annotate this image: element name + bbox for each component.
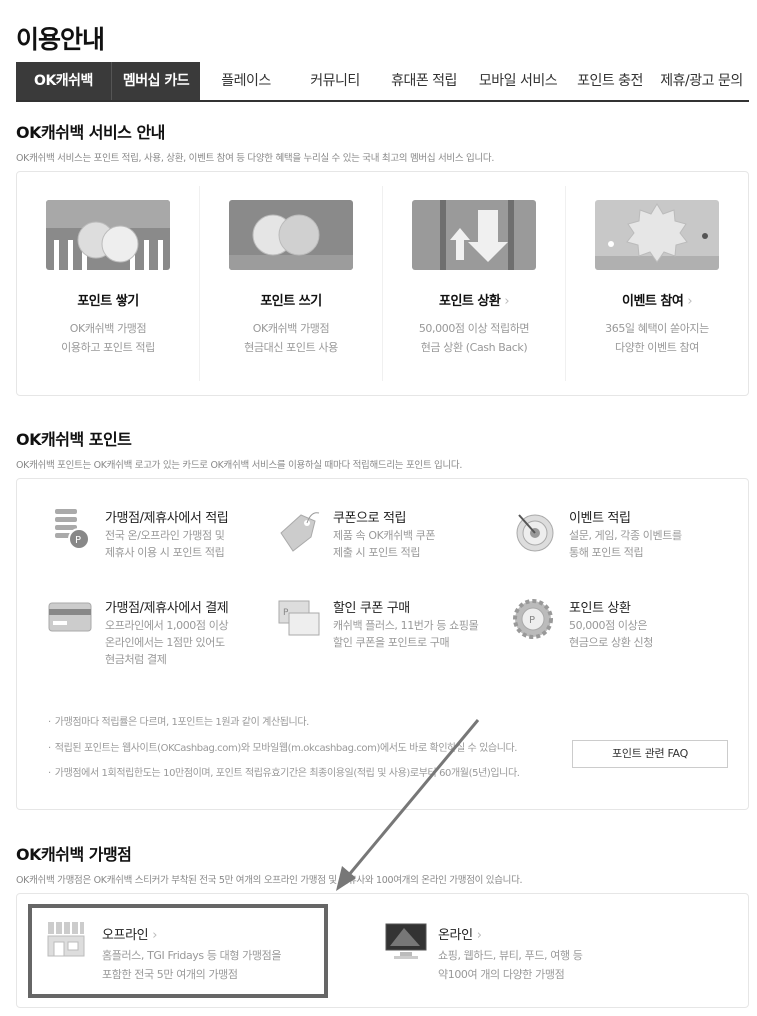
service-section-desc: OK캐쉬백 서비스는 포인트 적립, 사용, 상환, 이벤트 참여 등 다양한 … xyxy=(16,153,495,164)
point-item-earn-store: P 가맹점/제휴사에서 적립 전국 온/오프라인 가맹점 및 제휴사 이용 시 … xyxy=(47,507,267,577)
point-item-line3: 현금처럼 결제 xyxy=(105,653,167,666)
coins-stack-icon xyxy=(46,200,170,270)
coin-stack-icon: P xyxy=(47,507,93,553)
point-gear-icon: P xyxy=(511,597,557,643)
point-item-line2: 제출 시 포인트 적립 xyxy=(333,546,421,559)
service-card-line2: 다양한 이벤트 참여 xyxy=(615,341,699,354)
exchange-arrows-icon xyxy=(412,200,536,270)
credit-card-icon xyxy=(47,597,93,643)
stores-section-desc: OK캐쉬백 가맹점은 OK캐쉬백 스티커가 부착된 전국 5만 여개의 오프라인… xyxy=(16,875,523,886)
point-item-title: 가맹점/제휴사에서 적립 xyxy=(105,511,229,526)
point-item-line1: 전국 온/오프라인 가맹점 및 xyxy=(105,529,225,542)
monitor-icon xyxy=(384,922,428,966)
chevron-right-icon: › xyxy=(687,294,693,309)
discount-coupon-icon: P xyxy=(275,597,321,643)
service-card-line2: 현금대신 포인트 사용 xyxy=(244,341,338,354)
point-item-title: 이벤트 적립 xyxy=(569,511,631,526)
coupon-tag-icon xyxy=(275,507,321,553)
tab-place[interactable]: 플레이스 xyxy=(200,62,292,100)
chevron-right-icon: › xyxy=(476,928,482,943)
point-item-title: 가맹점/제휴사에서 결제 xyxy=(105,601,229,616)
service-card-line1: OK캐쉬백 가맹점 xyxy=(69,322,147,335)
point-item-pay-store: 가맹점/제휴사에서 결제 오프라인에서 1,000점 이상 온라인에서는 1점만… xyxy=(47,597,267,667)
target-icon xyxy=(511,507,557,553)
point-item-line2: 통해 포인트 적립 xyxy=(569,546,644,559)
tab-partnership[interactable]: 제휴/광고 문의 xyxy=(654,62,749,100)
points-faq-button[interactable]: 포인트 관련 FAQ xyxy=(572,740,728,768)
tab-community[interactable]: 커뮤니티 xyxy=(292,62,378,100)
service-card-box: 포인트 쌓기 OK캐쉬백 가맹점 이용하고 포인트 적립 포인트 쓰기 OK캐쉬… xyxy=(16,171,749,396)
tab-point-charge[interactable]: 포인트 충전 xyxy=(566,62,654,100)
points-note: 적립된 포인트는 웹사이트(OKCashbag.com)와 모바일웹(m.okc… xyxy=(48,739,518,754)
svg-text:P: P xyxy=(529,615,535,626)
svg-text:P: P xyxy=(75,535,81,546)
points-section-title: OK캐쉬백 포인트 xyxy=(16,430,132,449)
point-item-line1: 오프라인에서 1,000점 이상 xyxy=(105,619,229,632)
service-card-use[interactable]: 포인트 쓰기 OK캐쉬백 가맹점 현금대신 포인트 사용 xyxy=(200,186,383,381)
points-section-desc: OK캐쉬백 포인트는 OK캐쉬백 로고가 있는 카드로 OK캐쉬백 서비스를 이… xyxy=(16,460,463,471)
service-card-line2: 이용하고 포인트 적립 xyxy=(61,341,155,354)
points-note: 가맹점에서 1회적립한도는 10만점이며, 포인트 적립유효기간은 최종이용일(… xyxy=(48,764,520,779)
point-item-coupon-earn: 쿠폰으로 적립 제품 속 OK캐쉬백 쿠폰 제출 시 포인트 적립 xyxy=(275,507,495,577)
service-card-event[interactable]: 이벤트 참여 › 365일 혜택이 쏟아지는 다양한 이벤트 참여 xyxy=(566,186,748,381)
event-badge-icon xyxy=(595,200,719,270)
service-card-line1: 50,000점 이상 적립하면 xyxy=(418,322,530,335)
store-online-line2: 약100여 개의 다양한 가맹점 xyxy=(438,968,565,981)
service-card-title: 포인트 쌓기 xyxy=(77,294,139,309)
page-title: 이용안내 xyxy=(16,25,105,54)
service-card-line1: 365일 혜택이 쏟아지는 xyxy=(605,322,709,335)
point-item-line1: 설문, 게임, 각종 이벤트를 xyxy=(569,529,682,542)
store-online-line1: 쇼핑, 웹하드, 뷰티, 푸드, 여행 등 xyxy=(438,949,583,962)
point-item-coupon-buy: P 할인 쿠폰 구매 캐쉬백 플러스, 11번가 등 쇼핑몰 할인 쿠폰을 포인… xyxy=(275,597,495,667)
point-item-title: 할인 쿠폰 구매 xyxy=(333,601,410,616)
tab-okcashbag[interactable]: OK캐쉬백 xyxy=(16,62,111,100)
stores-section-title: OK캐쉬백 가맹점 xyxy=(16,845,132,864)
point-item-line2: 할인 쿠폰을 포인트로 구매 xyxy=(333,636,450,649)
point-item-line2: 제휴사 이용 시 포인트 적립 xyxy=(105,546,225,559)
tab-phone-earn[interactable]: 휴대폰 적립 xyxy=(378,62,470,100)
point-item-cashback: P 포인트 상환 50,000점 이상은 현금으로 상환 신청 xyxy=(511,597,731,667)
svg-text:P: P xyxy=(283,608,289,618)
service-card-line1: OK캐쉬백 가맹점 xyxy=(252,322,330,335)
offline-store-highlight-box xyxy=(28,904,328,998)
store-online[interactable]: 온라인 › 쇼핑, 웹하드, 뷰티, 푸드, 여행 등 약100여 개의 다양한 … xyxy=(380,918,680,1008)
service-card-line2: 현금 상환 (Cash Back) xyxy=(420,341,528,354)
service-card-title: 포인트 쓰기 xyxy=(260,294,322,309)
service-card-title: 포인트 상환 xyxy=(438,294,501,309)
chevron-right-icon: › xyxy=(504,294,510,309)
point-item-line1: 캐쉬백 플러스, 11번가 등 쇼핑몰 xyxy=(333,619,479,632)
point-item-line1: 50,000점 이상은 xyxy=(569,619,648,632)
service-card-title: 이벤트 참여 xyxy=(621,294,684,309)
tab-mobile-service[interactable]: 모바일 서비스 xyxy=(470,62,566,100)
point-item-title: 포인트 상환 xyxy=(569,601,631,616)
tab-membership-card[interactable]: 멤버십 카드 xyxy=(111,62,200,100)
point-item-line2: 현금으로 상환 신청 xyxy=(569,636,653,649)
coins-pair-icon xyxy=(229,200,353,270)
service-card-earn[interactable]: 포인트 쌓기 OK캐쉬백 가맹점 이용하고 포인트 적립 xyxy=(17,186,200,381)
point-item-line1: 제품 속 OK캐쉬백 쿠폰 xyxy=(333,529,436,542)
point-item-line2: 온라인에서는 1점만 있어도 xyxy=(105,636,225,649)
point-item-title: 쿠폰으로 적립 xyxy=(333,511,407,526)
service-section-title: OK캐쉬백 서비스 안내 xyxy=(16,123,165,142)
tab-bar: OK캐쉬백 멤버십 카드 플레이스 커뮤니티 휴대폰 적립 모바일 서비스 포인… xyxy=(16,62,749,102)
store-online-title: 온라인 xyxy=(438,928,473,943)
points-note: 가맹점마다 적립률은 다르며, 1포인트는 1원과 같이 계산됩니다. xyxy=(48,713,310,728)
service-card-cashback[interactable]: 포인트 상환 › 50,000점 이상 적립하면 현금 상환 (Cash Back… xyxy=(383,186,566,381)
point-item-event-earn: 이벤트 적립 설문, 게임, 각종 이벤트를 통해 포인트 적립 xyxy=(511,507,731,577)
